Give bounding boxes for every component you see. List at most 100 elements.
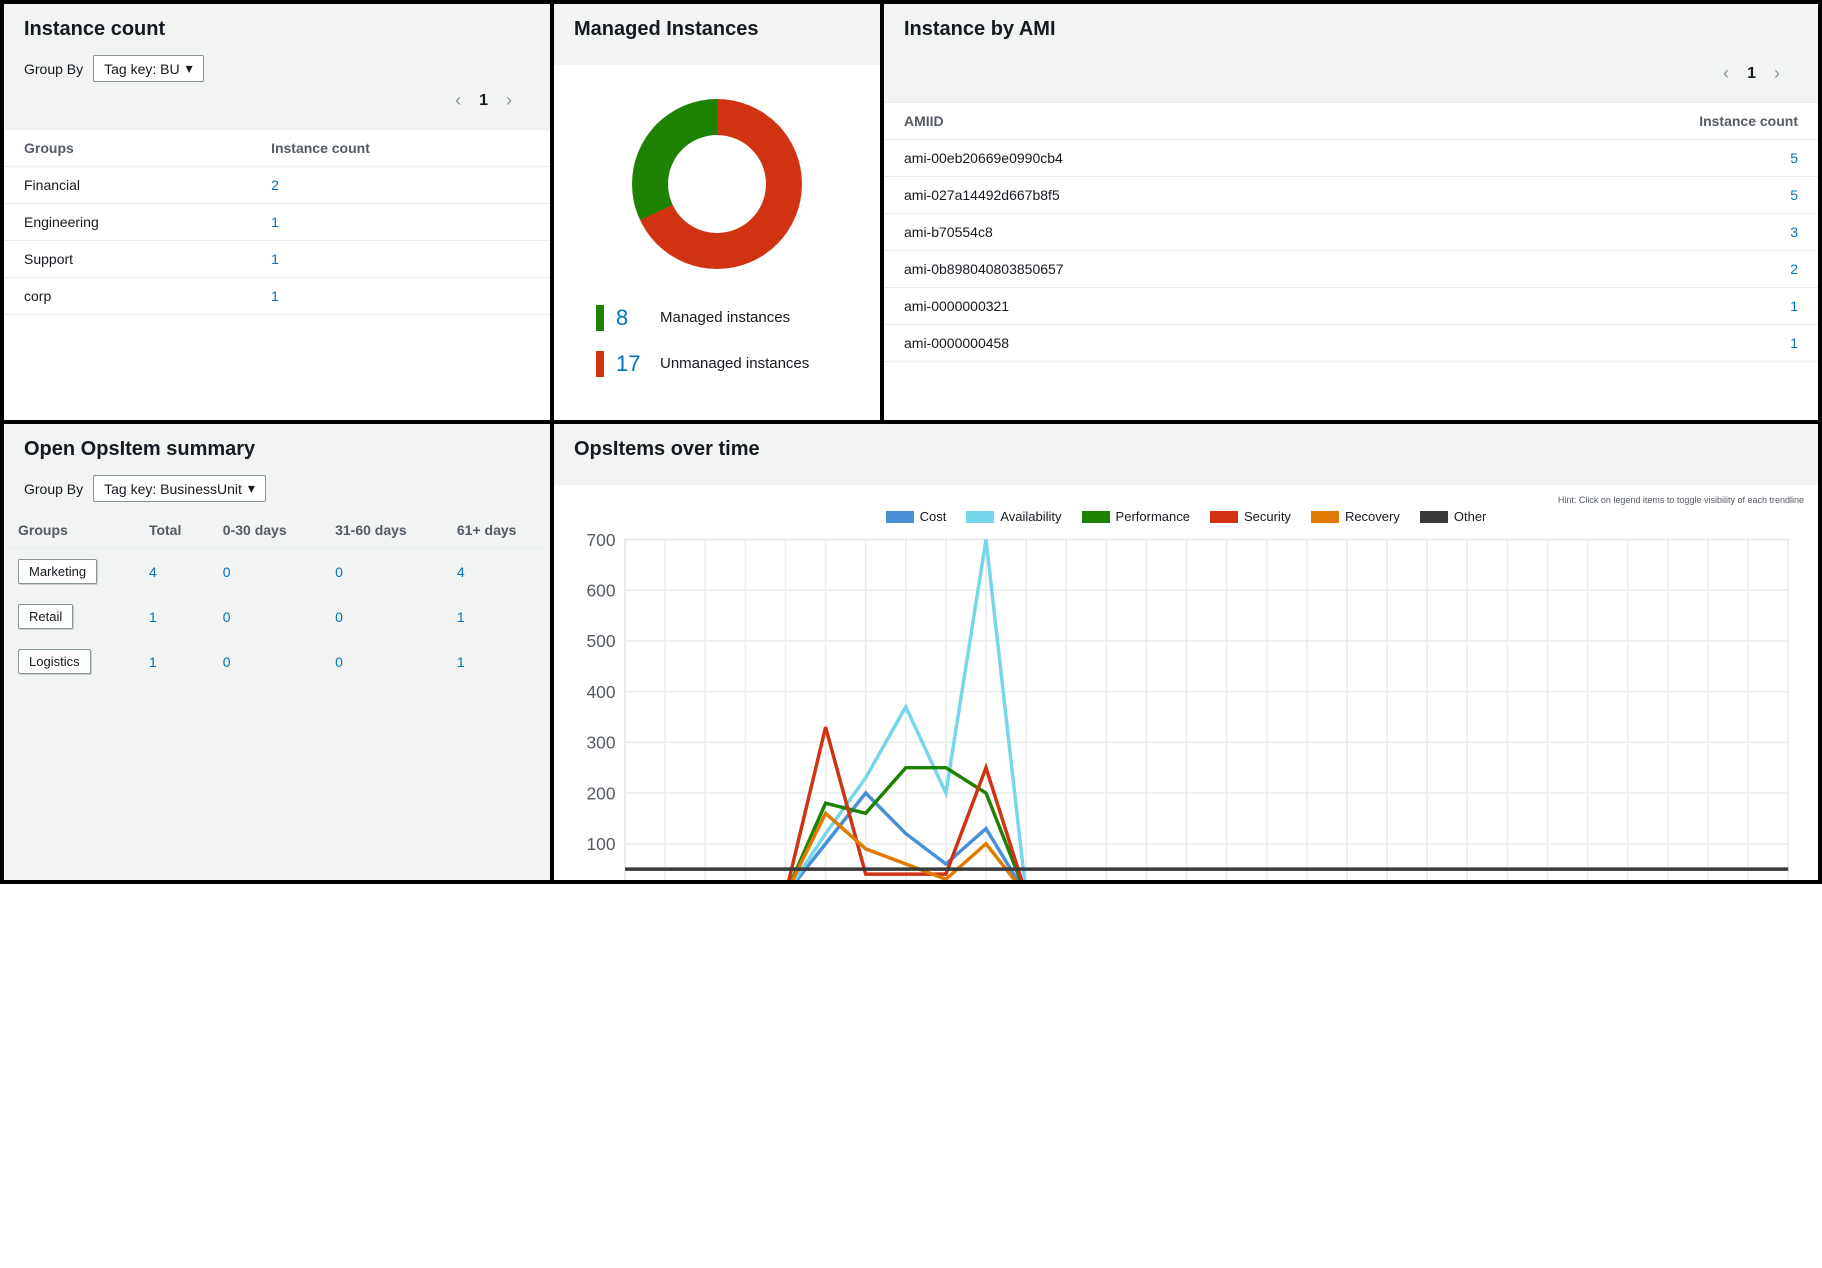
d3160-link[interactable]: 0 [335,609,343,625]
table-row: ami-0000000458 1 [884,325,1818,362]
count-link[interactable]: 5 [1790,150,1798,166]
group-button[interactable]: Retail [18,604,73,629]
table-row: Financial 2 [4,167,550,204]
line-chart: 010020030040050060070010-1310-1410-1510-… [568,530,1804,882]
swatch-green [596,305,604,331]
group-cell: corp [4,278,251,315]
unmanaged-label: Unmanaged instances [660,355,809,372]
group-button[interactable]: Logistics [18,649,91,674]
total-link[interactable]: 4 [149,564,157,580]
swatch-icon [966,511,994,523]
count-link[interactable]: 2 [1790,261,1798,277]
legend-item-other[interactable]: Other [1420,509,1487,524]
chevron-right-icon[interactable]: › [506,90,512,111]
col-31-60: 31-60 days [321,512,443,549]
d61-link[interactable]: 4 [457,564,465,580]
group-cell: Financial [4,167,251,204]
managed-label: Managed instances [660,309,790,326]
col-61: 61+ days [443,512,550,549]
swatch-icon [1210,511,1238,523]
group-button[interactable]: Marketing [18,559,97,584]
total-link[interactable]: 1 [149,609,157,625]
count-link[interactable]: 3 [1790,224,1798,240]
open-opsitem-card: Open OpsItem summary Group By Tag key: B… [2,422,552,882]
table-row: ami-0000000321 1 [884,288,1818,325]
chevron-right-icon[interactable]: › [1774,63,1780,84]
table-row: Marketing 4 0 0 4 [4,549,550,595]
swatch-icon [1311,511,1339,523]
table-row: Engineering 1 [4,204,550,241]
count-link[interactable]: 5 [1790,187,1798,203]
group-by-dropdown[interactable]: Tag key: BusinessUnit ▾ [93,475,266,502]
d030-link[interactable]: 0 [223,654,231,670]
count-link[interactable]: 1 [271,288,279,304]
group-cell: Engineering [4,204,251,241]
svg-text:500: 500 [586,631,615,651]
instance-by-ami-card: Instance by AMI ‹ 1 › AMIID Instance cou… [882,2,1820,422]
table-row: corp 1 [4,278,550,315]
d3160-link[interactable]: 0 [335,654,343,670]
open-opsitem-title: Open OpsItem summary [24,438,530,461]
chevron-left-icon[interactable]: ‹ [1723,63,1729,84]
swatch-icon [886,511,914,523]
instance-count-pagination: ‹ 1 › [24,82,530,119]
svg-text:300: 300 [586,733,615,753]
col-total: Total [135,512,209,549]
swatch-red [596,351,604,377]
d61-link[interactable]: 1 [457,654,465,670]
opsitems-over-time-title: OpsItems over time [574,438,1798,461]
instance-count-table: Groups Instance count Financial 2 Engine… [4,129,550,315]
table-row: Support 1 [4,241,550,278]
col-count: Instance count [1435,103,1818,140]
ami-id: ami-0000000321 [884,288,1435,325]
count-link[interactable]: 1 [271,251,279,267]
d030-link[interactable]: 0 [223,564,231,580]
col-0-30: 0-30 days [209,512,321,549]
group-cell: Support [4,241,251,278]
chevron-left-icon[interactable]: ‹ [455,90,461,111]
donut-chart [632,99,802,269]
ami-id: ami-00eb20669e0990cb4 [884,140,1435,177]
group-by-dropdown[interactable]: Tag key: BU ▾ [93,55,204,82]
legend-item-cost[interactable]: Cost [886,509,947,524]
legend-managed: 8 Managed instances [566,305,868,331]
group-by-value: Tag key: BusinessUnit [104,481,242,497]
page-number: 1 [479,92,488,110]
chart-hint: Hint: Click on legend items to toggle vi… [568,495,1804,505]
svg-text:100: 100 [586,834,615,854]
d61-link[interactable]: 1 [457,609,465,625]
group-by-label: Group By [24,481,83,497]
managed-count[interactable]: 8 [616,305,648,331]
d030-link[interactable]: 0 [223,609,231,625]
ami-pagination: ‹ 1 › [904,55,1798,92]
col-groups: Groups [4,130,251,167]
instance-count-card: Instance count Group By Tag key: BU ▾ ‹ … [2,2,552,422]
opsitem-table: Groups Total 0-30 days 31-60 days 61+ da… [4,512,550,684]
managed-instances-title: Managed Instances [574,18,860,41]
group-by-label: Group By [24,61,83,77]
table-row: ami-00eb20669e0990cb4 5 [884,140,1818,177]
total-link[interactable]: 1 [149,654,157,670]
legend-unmanaged: 17 Unmanaged instances [566,351,868,377]
svg-text:600: 600 [586,581,615,601]
svg-text:200: 200 [586,783,615,803]
count-link[interactable]: 1 [1790,335,1798,351]
count-link[interactable]: 1 [1790,298,1798,314]
legend-item-performance[interactable]: Performance [1082,509,1190,524]
swatch-icon [1420,511,1448,523]
count-link[interactable]: 1 [271,214,279,230]
count-link[interactable]: 2 [271,177,279,193]
group-by-value: Tag key: BU [104,61,179,77]
svg-text:700: 700 [586,530,615,550]
unmanaged-count[interactable]: 17 [616,351,648,377]
legend-item-availability[interactable]: Availability [966,509,1061,524]
opsitems-over-time-card: OpsItems over time Hint: Click on legend… [552,422,1820,882]
col-amiid: AMIID [884,103,1435,140]
d3160-link[interactable]: 0 [335,564,343,580]
ami-id: ami-027a14492d667b8f5 [884,177,1435,214]
ami-id: ami-0000000458 [884,325,1435,362]
col-count: Instance count [251,130,550,167]
legend-item-recovery[interactable]: Recovery [1311,509,1400,524]
legend-item-security[interactable]: Security [1210,509,1291,524]
table-row: Retail 1 0 0 1 [4,594,550,639]
